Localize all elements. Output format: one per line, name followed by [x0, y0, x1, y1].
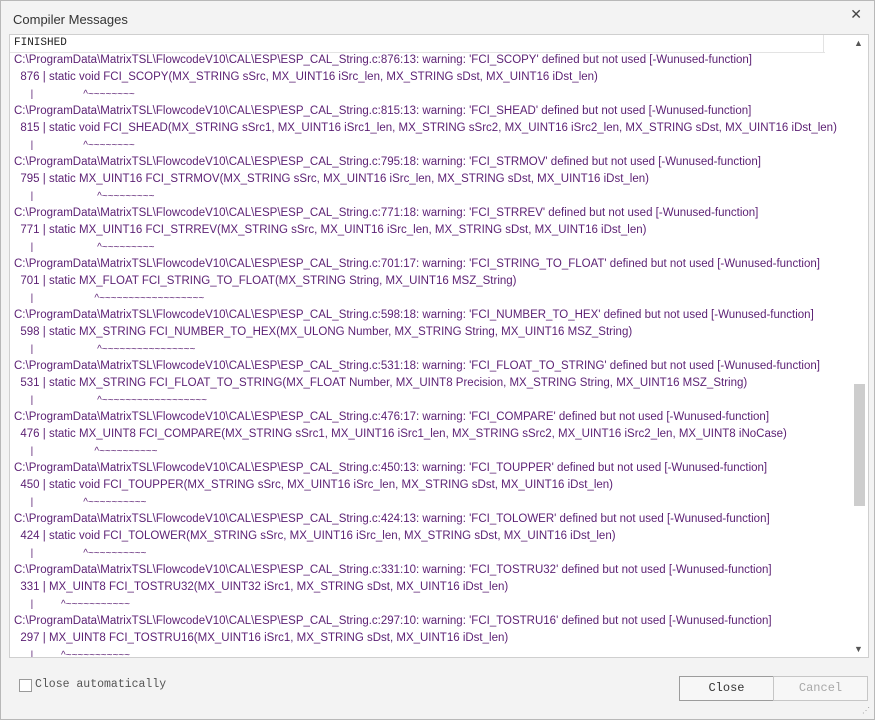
- caret-line: | ^~~~~~~~~~~: [14, 446, 158, 457]
- vertical-scrollbar[interactable]: ▲ ▼: [851, 35, 868, 657]
- source-line: 598 | static MX_STRING FCI_NUMBER_TO_HEX…: [14, 326, 633, 338]
- source-line: 876 | static void FCI_SCOPY(MX_STRING sS…: [14, 71, 598, 83]
- resize-grip-icon[interactable]: ⋰: [862, 706, 870, 715]
- message-header-row: FINISHED: [10, 35, 825, 53]
- source-line: 531 | static MX_STRING FCI_FLOAT_TO_STRI…: [14, 377, 748, 389]
- scroll-down-arrow-icon[interactable]: ▼: [854, 644, 863, 654]
- message-lines: C:\ProgramData\MatrixTSL\FlowcodeV10\CAL…: [14, 52, 848, 658]
- close-icon[interactable]: ✕: [850, 6, 862, 23]
- scroll-up-arrow-icon[interactable]: ▲: [854, 38, 863, 48]
- warning-line: C:\ProgramData\MatrixTSL\FlowcodeV10\CAL…: [14, 105, 752, 117]
- warning-line: C:\ProgramData\MatrixTSL\FlowcodeV10\CAL…: [14, 513, 770, 525]
- compiler-messages-window: Compiler Messages ✕ FINISHED C:\ProgramD…: [0, 0, 875, 720]
- cancel-button[interactable]: Cancel: [773, 676, 868, 701]
- source-line: 795 | static MX_UINT16 FCI_STRMOV(MX_STR…: [14, 173, 649, 185]
- warning-line: C:\ProgramData\MatrixTSL\FlowcodeV10\CAL…: [14, 360, 820, 372]
- warning-line: C:\ProgramData\MatrixTSL\FlowcodeV10\CAL…: [14, 462, 768, 474]
- source-line: 331 | MX_UINT8 FCI_TOSTRU32(MX_UINT32 iS…: [14, 581, 509, 593]
- source-line: 297 | MX_UINT8 FCI_TOSTRU16(MX_UINT16 iS…: [14, 632, 509, 644]
- source-line: 424 | static void FCI_TOLOWER(MX_STRING …: [14, 530, 616, 542]
- close-button[interactable]: Close: [679, 676, 774, 701]
- warning-line: C:\ProgramData\MatrixTSL\FlowcodeV10\CAL…: [14, 411, 770, 423]
- source-line: 815 | static void FCI_SHEAD(MX_STRING sS…: [14, 122, 837, 134]
- message-list[interactable]: FINISHED C:\ProgramData\MatrixTSL\Flowco…: [9, 34, 869, 658]
- caret-line: | ^~~~~~~~~~~~~~~~~~~: [14, 293, 205, 304]
- caret-line: | ^~~~~~~~~~~~~~~~~~~: [14, 395, 207, 406]
- warning-line: C:\ProgramData\MatrixTSL\FlowcodeV10\CAL…: [14, 258, 820, 270]
- window-title: Compiler Messages: [13, 12, 128, 27]
- warning-line: C:\ProgramData\MatrixTSL\FlowcodeV10\CAL…: [14, 54, 752, 66]
- caret-line: | ^~~~~~~~~: [14, 140, 135, 151]
- source-line: 701 | static MX_FLOAT FCI_STRING_TO_FLOA…: [14, 275, 517, 287]
- warning-line: C:\ProgramData\MatrixTSL\FlowcodeV10\CAL…: [14, 156, 761, 168]
- caret-line: | ^~~~~~~~~~: [14, 191, 155, 202]
- status-header: FINISHED: [14, 37, 67, 49]
- warning-line: C:\ProgramData\MatrixTSL\FlowcodeV10\CAL…: [14, 615, 772, 627]
- source-line: 476 | static MX_UINT8 FCI_COMPARE(MX_STR…: [14, 428, 787, 440]
- header-divider: [823, 35, 824, 52]
- close-automatically-checkbox[interactable]: [19, 679, 32, 692]
- caret-line: | ^~~~~~~~~~~: [14, 497, 147, 508]
- title-bar: Compiler Messages ✕: [1, 1, 874, 35]
- source-line: 771 | static MX_UINT16 FCI_STRREV(MX_STR…: [14, 224, 647, 236]
- warning-line: C:\ProgramData\MatrixTSL\FlowcodeV10\CAL…: [14, 564, 772, 576]
- source-line: 450 | static void FCI_TOUPPER(MX_STRING …: [14, 479, 614, 491]
- close-automatically-label[interactable]: Close automatically: [35, 678, 166, 691]
- warning-line: C:\ProgramData\MatrixTSL\FlowcodeV10\CAL…: [14, 309, 814, 321]
- warning-line: C:\ProgramData\MatrixTSL\FlowcodeV10\CAL…: [14, 207, 759, 219]
- caret-line: | ^~~~~~~~~~~~~~~~~: [14, 344, 196, 355]
- caret-line: | ^~~~~~~~~~~~: [14, 650, 130, 658]
- caret-line: | ^~~~~~~~~~~: [14, 548, 147, 559]
- dialog-footer: Close automatically Close Cancel ⋰: [1, 661, 874, 719]
- scrollbar-thumb[interactable]: [854, 384, 865, 506]
- caret-line: | ^~~~~~~~~~: [14, 242, 155, 253]
- caret-line: | ^~~~~~~~~: [14, 89, 135, 100]
- caret-line: | ^~~~~~~~~~~~: [14, 599, 130, 610]
